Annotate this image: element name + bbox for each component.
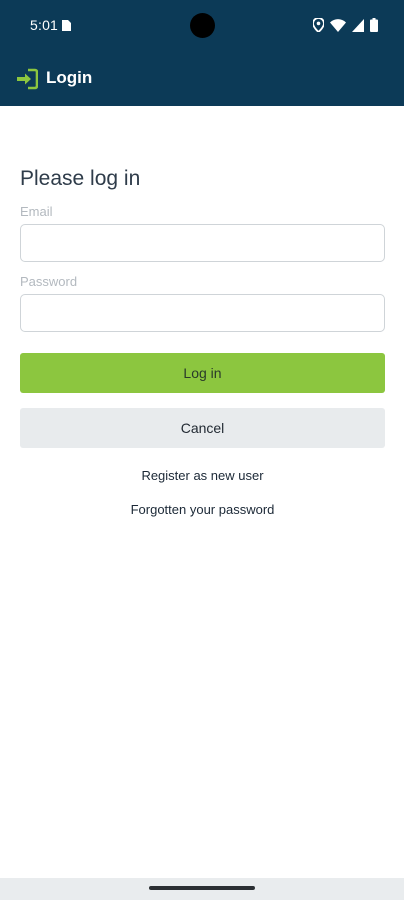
email-label: Email [20,204,53,219]
cancel-button[interactable]: Cancel [20,408,385,448]
form-heading: Please log in [20,167,141,190]
forgot-password-link[interactable]: Forgotten your password [20,502,385,517]
page-title: Login [46,68,93,87]
signal-icon [352,18,364,32]
home-gesture-handle[interactable] [149,886,255,890]
register-link[interactable]: Register as new user [20,468,385,483]
login-screen: 5:01 Login Please log in Email Password … [0,0,404,900]
email-field[interactable] [20,224,385,262]
password-field[interactable] [20,294,385,332]
navigation-bar [0,878,404,900]
location-icon [313,18,324,32]
status-bar: 5:01 [0,0,404,52]
battery-icon [370,18,378,32]
login-button[interactable]: Log in [20,353,385,393]
password-label: Password [20,274,78,289]
wifi-icon [330,18,346,32]
status-icons [313,17,378,33]
sim-card-icon [62,20,71,31]
status-time: 5:01 [30,17,59,33]
app-bar: Login [0,52,404,106]
header: 5:01 Login [0,0,404,106]
camera-cutout [190,13,215,38]
login-icon [17,68,38,90]
